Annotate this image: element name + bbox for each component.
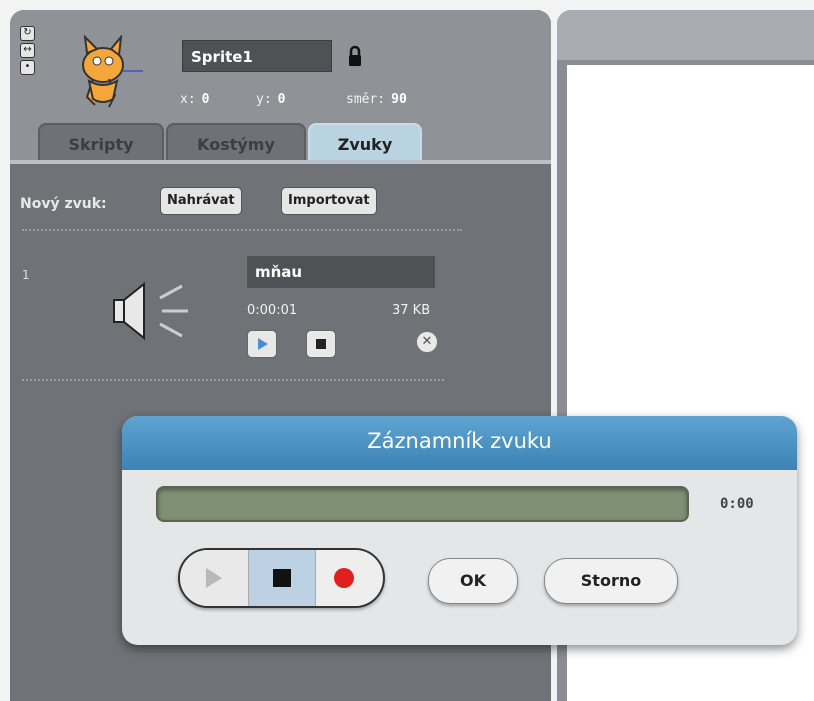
sprite-name-field[interactable]: Sprite1 — [182, 40, 332, 72]
recording-time: 0:00 — [720, 496, 754, 512]
record-icon — [334, 568, 354, 588]
divider — [22, 379, 444, 381]
cat-sprite-icon — [82, 35, 143, 108]
ok-button[interactable]: OK — [428, 558, 518, 604]
import-sound-button[interactable]: Importovat — [281, 187, 377, 215]
divider — [22, 229, 462, 231]
x-coordinate: x: 0 — [180, 92, 210, 107]
stop-sound-button[interactable] — [306, 330, 336, 358]
sound-index: 1 — [22, 268, 30, 282]
play-icon — [206, 568, 222, 588]
record-sound-button[interactable]: Nahrávat — [160, 187, 242, 215]
sound-duration: 0:00:01 — [247, 303, 298, 318]
delete-icon[interactable]: ✕ — [416, 331, 438, 353]
y-coordinate: y: 0 — [256, 92, 286, 107]
stop-icon — [273, 569, 291, 587]
speaker-icon[interactable] — [110, 282, 202, 342]
sound-size: 37 KB — [392, 303, 431, 318]
stop-icon — [316, 339, 326, 349]
rotate-icon[interactable]: ↻ — [20, 26, 35, 41]
sound-name-field[interactable]: mňau — [247, 256, 435, 288]
recorder-record-button[interactable] — [316, 550, 382, 606]
cancel-button[interactable]: Storno — [544, 558, 678, 604]
recorder-controls — [178, 548, 385, 608]
tab-scripts[interactable]: Skripty — [38, 123, 164, 160]
play-icon — [258, 338, 268, 350]
sound-recorder-dialog: Záznamník zvuku 0:00 OK Storno — [122, 416, 797, 645]
recording-level-bar — [156, 486, 689, 522]
dialog-title: Záznamník zvuku — [122, 416, 797, 470]
stage-toolbar — [557, 10, 814, 60]
sprite-info-header: ↻ ↔ • Sprite1 x:0 y:0 směr:90 Skripty — [10, 10, 551, 160]
left-right-icon[interactable]: ↔ — [20, 43, 35, 58]
new-sound-label: Nový zvuk: — [20, 196, 107, 212]
tab-sounds[interactable]: Zvuky — [308, 123, 422, 160]
recorder-play-button[interactable] — [180, 550, 246, 606]
tab-divider — [10, 160, 551, 164]
play-sound-button[interactable] — [247, 330, 277, 358]
lock-icon[interactable] — [348, 45, 362, 67]
no-rotate-icon[interactable]: • — [20, 60, 35, 75]
direction-readout: směr: 90 — [346, 92, 407, 107]
tab-costumes[interactable]: Kostýmy — [166, 123, 306, 160]
recorder-stop-button[interactable] — [248, 550, 316, 606]
